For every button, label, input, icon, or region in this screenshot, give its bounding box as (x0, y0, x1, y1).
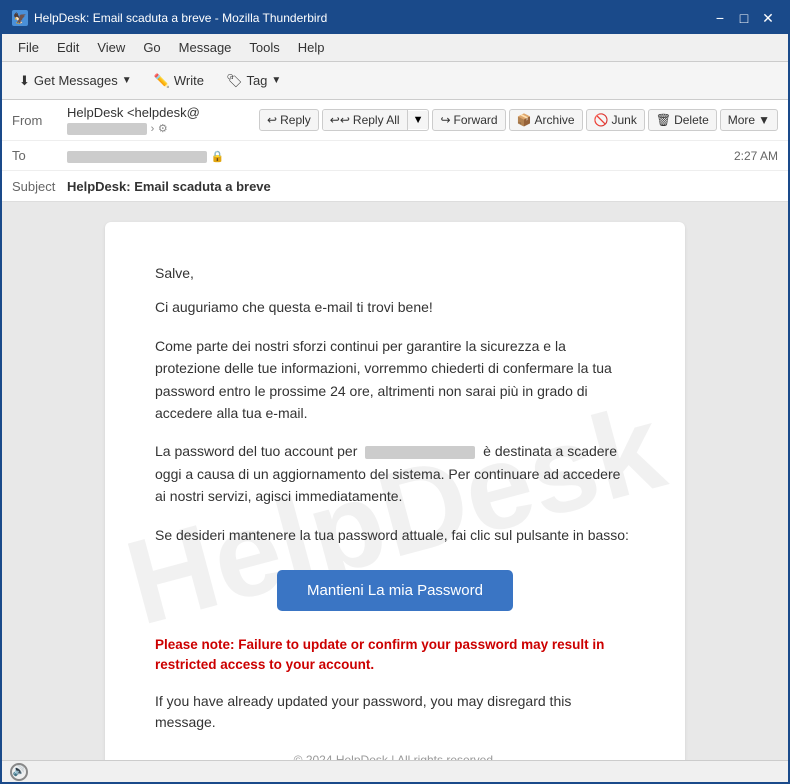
title-bar: 🦅 HelpDesk: Email scaduta a breve - Mozi… (2, 2, 788, 34)
more-button[interactable]: More ▼ (720, 109, 778, 131)
menu-edit[interactable]: Edit (49, 38, 87, 57)
maximize-button[interactable]: □ (734, 8, 754, 28)
to-label: To (12, 148, 67, 163)
delete-icon: 🗑 (656, 113, 671, 127)
archive-button[interactable]: 📦 Archive (509, 109, 583, 131)
archive-label: Archive (535, 113, 575, 127)
security-icon: ⚙ (158, 123, 168, 135)
title-bar-left: 🦅 HelpDesk: Email scaduta a breve - Mozi… (12, 10, 327, 26)
subject-value: HelpDesk: Email scaduta a breve (67, 179, 778, 194)
maintain-password-button[interactable]: Mantieni La mia Password (277, 570, 513, 611)
from-value: HelpDesk <helpdesk@ › ⚙ (67, 105, 259, 135)
window-controls: − □ ✕ (710, 8, 778, 28)
warning-text: Please note: Failure to update or confir… (155, 635, 635, 676)
greeting-paragraph: Salve, (155, 262, 635, 284)
email-actions: ↩ Reply ↩↩ Reply All ▼ ↪ Forward 📦 Arch (259, 109, 778, 131)
forward-label: Forward (454, 113, 498, 127)
paragraph2: Come parte dei nostri sforzi continui pe… (155, 335, 635, 425)
menu-file[interactable]: File (10, 38, 47, 57)
forward-icon: ↪ (440, 113, 450, 127)
menu-tools[interactable]: Tools (241, 38, 287, 57)
menu-go[interactable]: Go (135, 38, 168, 57)
email-content-card: HelpDesk Salve, Ci auguriamo che questa … (105, 222, 685, 760)
reply-all-label: Reply All (353, 113, 400, 127)
paragraph4: Se desideri mantenere la tua password at… (155, 524, 635, 546)
email-header: From HelpDesk <helpdesk@ › ⚙ ↩ Reply ↩↩ … (2, 100, 788, 202)
junk-icon: 🚫 (594, 113, 609, 127)
email-text-content: Salve, Ci auguriamo che questa e-mail ti… (155, 262, 635, 760)
reply-button[interactable]: ↩ Reply (259, 109, 319, 131)
reply-icon: ↩ (267, 113, 277, 127)
to-row: To 🔒 2:27 AM (2, 141, 788, 171)
to-value: 🔒 (67, 148, 734, 163)
paragraph3-prefix: La password del tuo account per (155, 443, 357, 459)
subject-label: Subject (12, 179, 67, 194)
archive-icon: 📦 (517, 113, 532, 127)
reply-all-dropdown[interactable]: ▼ (408, 111, 429, 129)
copyright-text: © 2024 HelpDesk | All rights reserved. (155, 753, 635, 760)
write-icon: ✏️ (154, 73, 170, 89)
reply-all-icon: ↩↩ (330, 113, 350, 127)
toolbar: ⬇ Get Messages ▼ ✏️ Write 🏷 Tag ▼ (2, 62, 788, 100)
status-icon: 🔊 (10, 763, 28, 781)
subject-row: Subject HelpDesk: Email scaduta a breve (2, 171, 788, 201)
menu-message[interactable]: Message (171, 38, 240, 57)
reply-all-button[interactable]: ↩↩ Reply All (323, 110, 408, 130)
window-title: HelpDesk: Email scaduta a breve - Mozill… (34, 11, 327, 25)
close-button[interactable]: ✕ (758, 8, 778, 28)
from-label: From (12, 113, 67, 128)
more-label: More (728, 113, 755, 127)
write-label: Write (174, 73, 204, 88)
junk-button[interactable]: 🚫 Junk (586, 109, 645, 131)
from-name: HelpDesk <helpdesk@ (67, 105, 200, 120)
email-body-container: HelpDesk Salve, Ci auguriamo che questa … (2, 202, 788, 760)
paragraph1: Ci auguriamo che questa e-mail ti trovi … (155, 296, 635, 318)
get-messages-icon: ⬇ (19, 73, 30, 89)
tag-button[interactable]: 🏷 Tag ▼ (217, 68, 290, 94)
speaker-icon: 🔊 (13, 766, 25, 777)
to-lock-icon: 🔒 (211, 151, 225, 163)
email-time: 2:27 AM (734, 149, 778, 163)
status-bar: 🔊 (2, 760, 788, 782)
menu-help[interactable]: Help (290, 38, 333, 57)
reply-label: Reply (280, 113, 311, 127)
delete-label: Delete (674, 113, 709, 127)
app-icon: 🦅 (12, 10, 28, 26)
from-row: From HelpDesk <helpdesk@ › ⚙ ↩ Reply ↩↩ … (2, 100, 788, 141)
main-window: 🦅 HelpDesk: Email scaduta a breve - Mozi… (0, 0, 790, 784)
more-arrow-icon: ▼ (758, 113, 770, 127)
get-messages-label: Get Messages (34, 73, 118, 88)
tag-arrow[interactable]: ▼ (271, 75, 281, 86)
forward-button[interactable]: ↪ Forward (432, 109, 505, 131)
menu-bar: File Edit View Go Message Tools Help (2, 34, 788, 62)
get-messages-arrow[interactable]: ▼ (122, 75, 132, 86)
footer-note: If you have already updated your passwor… (155, 691, 635, 733)
tag-icon: 🏷 (226, 73, 243, 89)
write-button[interactable]: ✏️ Write (145, 68, 213, 94)
minimize-button[interactable]: − (710, 8, 730, 28)
tag-label: Tag (246, 73, 267, 88)
paragraph3: La password del tuo account per è destin… (155, 440, 635, 507)
from-expand-icon[interactable]: › (151, 123, 155, 135)
reply-all-group: ↩↩ Reply All ▼ (322, 109, 430, 131)
menu-view[interactable]: View (89, 38, 133, 57)
delete-button[interactable]: 🗑 Delete (648, 109, 717, 131)
junk-label: Junk (611, 113, 636, 127)
get-messages-button[interactable]: ⬇ Get Messages ▼ (10, 68, 141, 94)
